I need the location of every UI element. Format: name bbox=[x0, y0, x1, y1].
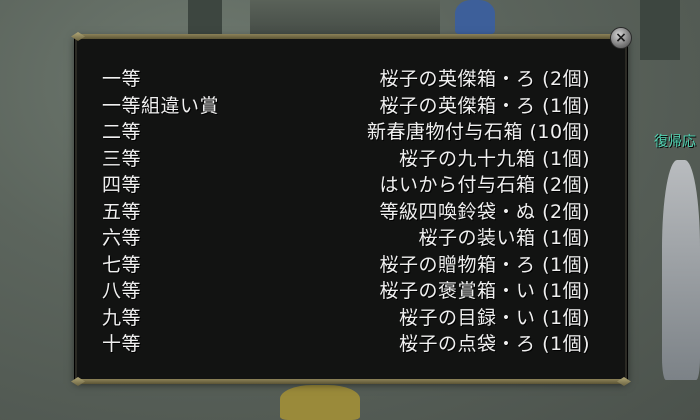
side-name-label: 復帰応 bbox=[654, 134, 696, 150]
background-pillar bbox=[640, 0, 680, 60]
prize-row: 十等 桜子の点袋・ろ (1個) bbox=[102, 331, 602, 358]
background-character bbox=[662, 160, 700, 380]
prize-row: 七等 桜子の贈物箱・ろ (1個) bbox=[102, 252, 602, 279]
close-button[interactable]: × bbox=[610, 27, 632, 49]
prize-rank: 二等 bbox=[102, 121, 142, 143]
prize-rank: 一等組違い賞 bbox=[102, 94, 220, 117]
background-character bbox=[455, 0, 495, 34]
background-pillar bbox=[188, 0, 222, 36]
prize-rank: 六等 bbox=[102, 227, 142, 249]
prize-item: 桜子の英傑箱・ろ (1個) bbox=[379, 94, 590, 117]
prize-list: 一等 桜子の英傑箱・ろ (2個) 一等組違い賞 桜子の英傑箱・ろ (1個) 二等… bbox=[102, 66, 602, 358]
prize-item: 桜子の装い箱 (1個) bbox=[418, 227, 590, 249]
prize-item: 等級四喚鈴袋・ぬ (2個) bbox=[379, 200, 590, 223]
prize-row: 五等 等級四喚鈴袋・ぬ (2個) bbox=[102, 199, 602, 226]
prize-row: 二等 新春唐物付与石箱 (10個) bbox=[102, 119, 602, 146]
prize-rank: 四等 bbox=[102, 174, 142, 196]
panel-bottom-border bbox=[77, 379, 625, 384]
prize-rank: 十等 bbox=[102, 333, 142, 355]
prize-row: 一等組違い賞 桜子の英傑箱・ろ (1個) bbox=[102, 93, 602, 120]
background-character bbox=[280, 385, 360, 420]
prize-row: 八等 桜子の褒賞箱・い (1個) bbox=[102, 278, 602, 305]
prize-row: 四等 はいから付与石箱 (2個) bbox=[102, 172, 602, 199]
prize-row: 一等 桜子の英傑箱・ろ (2個) bbox=[102, 66, 602, 93]
prize-item: 桜子の点袋・ろ (1個) bbox=[399, 333, 590, 355]
close-icon: × bbox=[615, 30, 627, 46]
prize-item: 桜子の褒賞箱・い (1個) bbox=[379, 280, 590, 302]
prize-item: 桜子の九十九箱 (1個) bbox=[399, 147, 590, 170]
prize-rank: 九等 bbox=[102, 306, 142, 329]
prize-rank: 五等 bbox=[102, 200, 142, 223]
panel-top-border bbox=[77, 34, 625, 39]
prize-item: 桜子の贈物箱・ろ (1個) bbox=[379, 253, 590, 276]
prize-rank: 三等 bbox=[102, 147, 142, 170]
prize-item: 桜子の目録・い (1個) bbox=[399, 306, 590, 329]
prize-item: はいから付与石箱 (2個) bbox=[379, 174, 590, 196]
prize-rank: 八等 bbox=[102, 280, 142, 302]
prize-row: 六等 桜子の装い箱 (1個) bbox=[102, 225, 602, 252]
background-wall bbox=[250, 0, 440, 36]
prize-row: 九等 桜子の目録・い (1個) bbox=[102, 305, 602, 332]
prize-item: 新春唐物付与石箱 (10個) bbox=[366, 121, 590, 143]
prize-rank: 一等 bbox=[102, 68, 142, 90]
prize-rank: 七等 bbox=[102, 253, 142, 276]
prize-item: 桜子の英傑箱・ろ (2個) bbox=[379, 68, 590, 90]
prize-row: 三等 桜子の九十九箱 (1個) bbox=[102, 146, 602, 173]
prize-list-panel: 一等 桜子の英傑箱・ろ (2個) 一等組違い賞 桜子の英傑箱・ろ (1個) 二等… bbox=[75, 34, 627, 384]
